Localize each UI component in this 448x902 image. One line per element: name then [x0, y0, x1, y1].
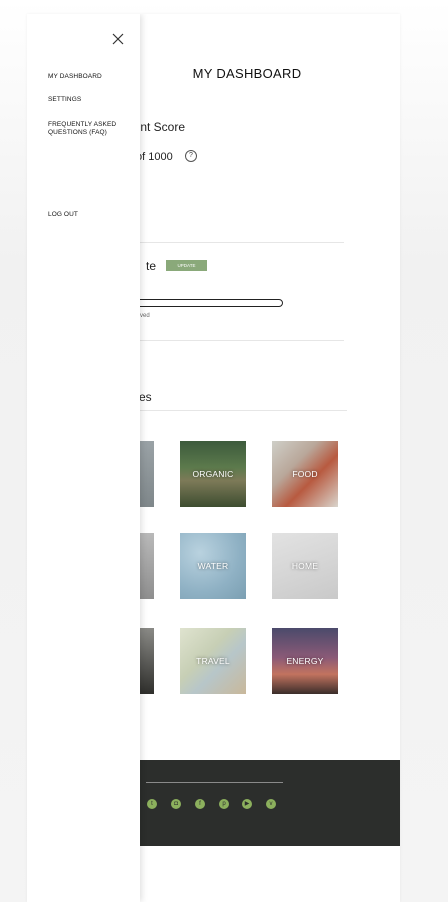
tile-label: ENERGY — [286, 656, 324, 666]
footprint-score-value: of 1000 — [136, 151, 173, 163]
twitter-icon[interactable]: t — [147, 799, 157, 809]
tile-label: FOOD — [292, 469, 318, 479]
divider — [126, 242, 344, 243]
navigation-drawer: MY DASHBOARD SETTINGS FREQUENTLY ASKED Q… — [27, 14, 140, 902]
youtube-icon[interactable]: ▶ — [242, 799, 252, 809]
category-tile-home[interactable]: HOME — [272, 533, 338, 599]
pinterest-icon[interactable]: p — [219, 799, 229, 809]
update-section-title: te — [146, 259, 157, 273]
nav-item-log-out[interactable]: LOG OUT — [48, 211, 128, 219]
tile-label: HOME — [291, 561, 319, 571]
divider — [126, 340, 344, 341]
nav-item-settings[interactable]: SETTINGS — [48, 96, 128, 104]
category-tile-travel[interactable]: TRAVEL — [180, 628, 246, 694]
update-button[interactable]: UPDATE — [166, 260, 207, 271]
footer-divider — [146, 782, 283, 783]
dashboard-page: MY DASHBOARD print Score of 1000 ? te UP… — [27, 14, 400, 902]
facebook-icon[interactable]: f — [195, 799, 205, 809]
close-icon[interactable] — [111, 32, 125, 46]
category-tile-water[interactable]: WATER — [180, 533, 246, 599]
footer: ◎ t ◘ f p ▶ v — [123, 760, 400, 846]
divider — [126, 410, 347, 411]
tile-label: WATER — [197, 561, 229, 571]
nav-item-faq[interactable]: FREQUENTLY ASKED QUESTIONS (FAQ) — [48, 121, 128, 137]
category-tile-organic[interactable]: ORGANIC — [180, 441, 246, 507]
camera-icon[interactable]: ◘ — [171, 799, 181, 809]
nav-item-my-dashboard[interactable]: MY DASHBOARD — [48, 73, 128, 81]
question-circle-icon[interactable]: ? — [185, 150, 197, 162]
category-tile-food[interactable]: FOOD — [272, 441, 338, 507]
tile-label: TRAVEL — [196, 656, 230, 666]
categories-title: es — [139, 390, 152, 404]
vimeo-icon[interactable]: v — [266, 799, 276, 809]
page-title: MY DASHBOARD — [192, 66, 302, 81]
progress-caption: ved — [140, 313, 150, 319]
progress-bar — [127, 299, 283, 307]
category-tile-energy[interactable]: ENERGY — [272, 628, 338, 694]
tile-label: ORGANIC — [192, 469, 234, 479]
